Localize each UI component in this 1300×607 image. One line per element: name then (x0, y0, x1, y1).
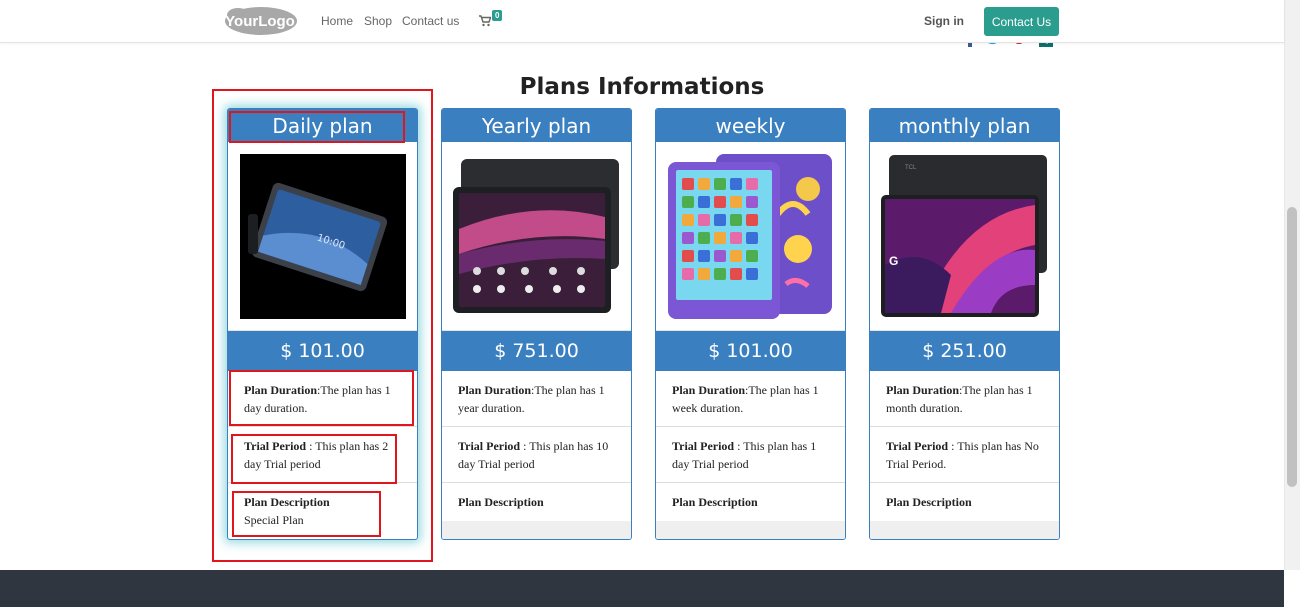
plan-duration: Plan Duration:The plan has 1 year durati… (442, 371, 631, 427)
nav-home[interactable]: Home (321, 14, 353, 28)
plan-price: $ 101.00 (228, 331, 417, 371)
plan-description: Plan Description Special Plan (244, 495, 330, 527)
plan-name: Daily plan (228, 109, 417, 142)
plan-card-yearly[interactable]: Yearly plan $ 751.00 Plan Duration:The p… (441, 108, 632, 540)
trial-period: Trial Period : This plan has 1 day Trial… (656, 427, 845, 483)
tablet-image (452, 158, 619, 313)
plan-description: Plan Description (672, 495, 758, 509)
card-footer (442, 521, 631, 539)
plan-name: weekly (656, 109, 845, 142)
plan-image: 10:00 (228, 142, 417, 331)
tablet-image: 10:00 (239, 153, 406, 319)
your-logo[interactable]: YourLogo (224, 6, 298, 36)
svg-text:YourLogo: YourLogo (225, 13, 295, 30)
sign-in-link[interactable]: Sign in (924, 14, 964, 28)
plan-card-daily[interactable]: Daily plan 10:00 $ 101.00 Plan Duration:… (227, 108, 418, 540)
nav-shop[interactable]: Shop (364, 14, 392, 28)
plan-price: $ 101.00 (656, 331, 845, 371)
top-navbar: YourLogo Home Shop Contact us 0 Sign in … (0, 0, 1284, 43)
plan-card-weekly[interactable]: weekly $ 101.00 Plan Duration:The plan h… (655, 108, 846, 540)
svg-text:G: G (889, 254, 898, 268)
card-footer (656, 521, 845, 539)
cart-icon (479, 15, 491, 27)
plan-duration: Plan Duration:The plan has 1 month durat… (870, 371, 1059, 427)
cart-button[interactable]: 0 (479, 10, 507, 30)
plan-duration: Plan Duration:The plan has 1 day duratio… (228, 371, 417, 427)
plan-image (656, 142, 845, 331)
plan-description: Plan Description (886, 495, 972, 509)
svg-text:TCL: TCL (905, 165, 917, 171)
plan-name: monthly plan (870, 109, 1059, 142)
scrollbar-thumb[interactable] (1287, 207, 1297, 487)
plan-price: $ 751.00 (442, 331, 631, 371)
plans-section-title: Plans Informations (519, 74, 765, 100)
plan-price: $ 251.00 (870, 331, 1059, 371)
plan-image (442, 142, 631, 331)
plan-name: Yearly plan (442, 109, 631, 142)
nav-contact-us[interactable]: Contact us (402, 14, 459, 28)
trial-period: Trial Period : This plan has No Trial Pe… (870, 427, 1059, 483)
tablet-image: TCL G (880, 155, 1047, 317)
contact-us-button[interactable]: Contact Us (984, 7, 1059, 36)
tablet-image (667, 153, 832, 319)
cart-count-badge: 0 (492, 10, 503, 21)
card-footer (870, 521, 1059, 539)
plan-duration: Plan Duration:The plan has 1 week durati… (656, 371, 845, 427)
plan-description: Plan Description (458, 495, 544, 509)
plan-card-monthly[interactable]: monthly plan TCL G $ 251.00 Plan Duratio… (869, 108, 1060, 540)
trial-period: Trial Period : This plan has 2 day Trial… (228, 427, 417, 483)
trial-period: Trial Period : This plan has 10 day Tria… (442, 427, 631, 483)
page-footer (0, 570, 1284, 607)
plan-image: TCL G (870, 142, 1059, 331)
